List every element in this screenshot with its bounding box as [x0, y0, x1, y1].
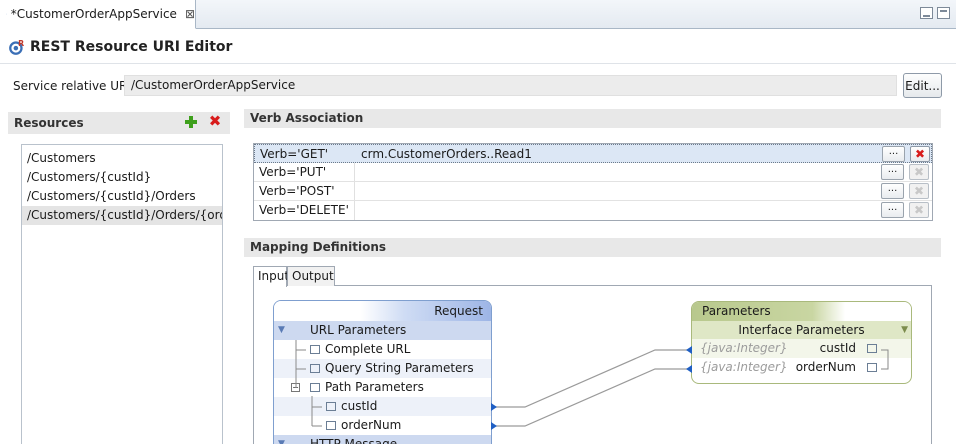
mapping-wire	[495, 349, 690, 427]
connector-arrow	[491, 403, 497, 411]
connector-arrows	[491, 346, 692, 430]
wire-custid	[495, 349, 690, 408]
connector-arrow	[686, 365, 692, 373]
connector-arrow	[491, 422, 497, 430]
mapping-connections	[295, 340, 889, 430]
tree-lines	[295, 340, 322, 427]
connector-arrow	[686, 346, 692, 354]
